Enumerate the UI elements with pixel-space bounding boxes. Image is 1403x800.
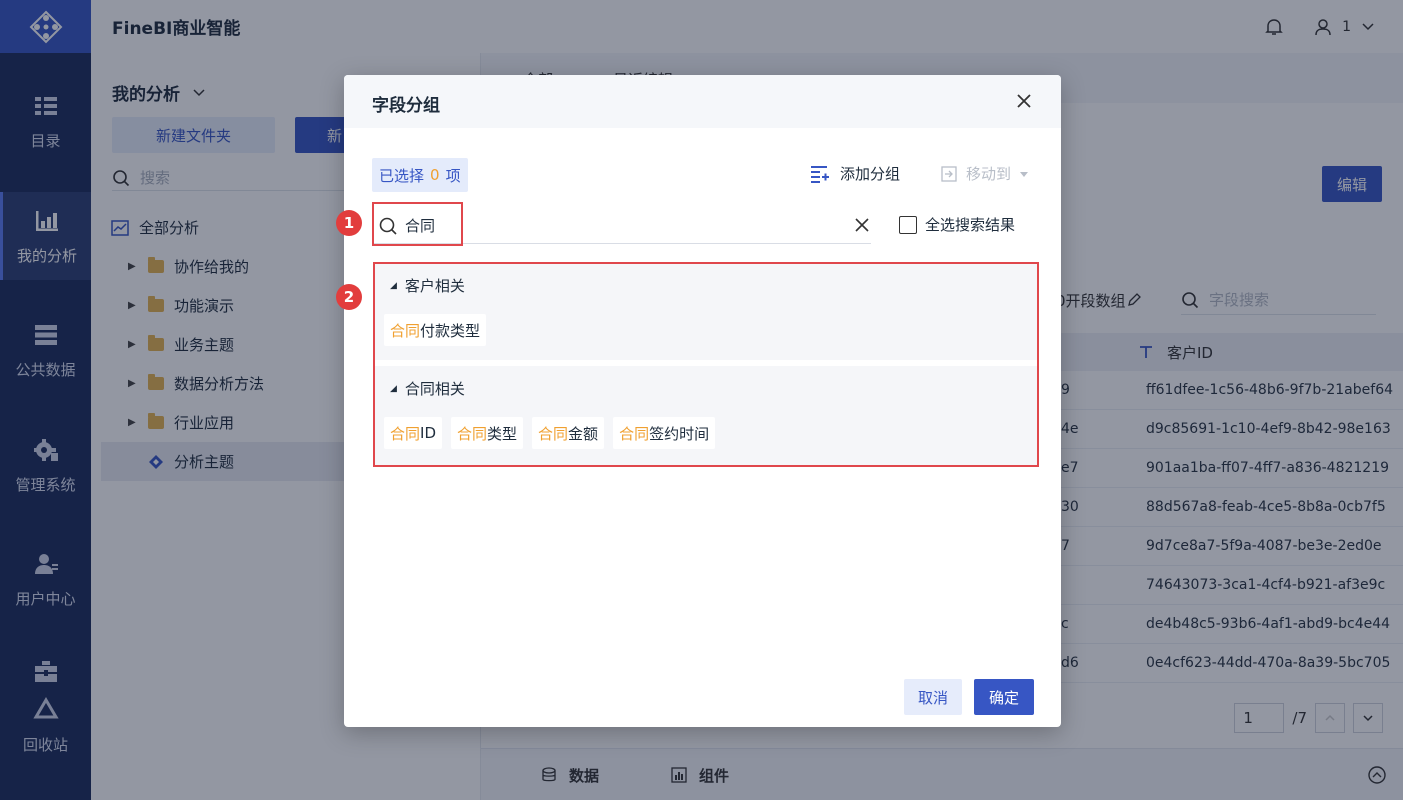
field-search-input[interactable]: 合同 — [372, 202, 871, 246]
field-rest: 类型 — [487, 424, 518, 443]
field-rest: 金额 — [568, 424, 599, 443]
field-rest: 付款类型 — [420, 321, 481, 340]
selected-count: 0 — [430, 166, 440, 184]
search-value: 合同 — [405, 217, 436, 235]
move-icon — [941, 165, 957, 182]
close-icon[interactable] — [1013, 90, 1035, 112]
group-name: 合同相关 — [404, 380, 465, 398]
select-all-checkbox[interactable] — [899, 215, 917, 234]
field-rest: ID — [420, 424, 436, 442]
field-match: 合同 — [619, 424, 650, 443]
select-all-label: 全选搜索结果 — [925, 216, 1016, 234]
group-name: 客户相关 — [404, 277, 465, 295]
field-match: 合同 — [390, 321, 421, 340]
dialog-title: 字段分组 — [372, 96, 440, 116]
field-match: 合同 — [538, 424, 569, 443]
field-rest: 签约时间 — [649, 424, 710, 443]
confirm-button[interactable]: 确定 — [974, 679, 1034, 715]
field-chip[interactable]: 合同 ID — [384, 417, 442, 449]
field-chip[interactable]: 合同 付款类型 — [384, 314, 487, 346]
cancel-button[interactable]: 取消 — [904, 679, 962, 715]
caret-down-icon: ◢ — [390, 383, 397, 394]
add-group-icon — [811, 165, 829, 183]
clear-icon[interactable] — [853, 216, 871, 234]
field-chip[interactable]: 合同 签约时间 — [613, 417, 716, 449]
search-results: ◢ 客户相关 合同 付款类型 ◢ 合同相关 合同 ID 合同 类型 合同 金额 … — [373, 262, 1039, 467]
move-to-button[interactable]: 移动到 — [940, 163, 1029, 184]
group-header[interactable]: ◢ 合同相关 — [390, 378, 465, 399]
dialog-header: 字段分组 — [344, 75, 1061, 128]
annotation-badge-1: 1 — [336, 210, 362, 236]
move-to-label: 移动到 — [966, 165, 1012, 183]
caret-down-icon: ◢ — [390, 280, 397, 291]
annotation-badge-2: 2 — [336, 284, 362, 310]
field-group-dialog: 字段分组 已选择 0 项 添加分组 移动到 1 合同 全选搜索结果 2 ◢ 客户… — [336, 75, 1061, 727]
field-chip[interactable]: 合同 类型 — [451, 417, 524, 449]
selected-prefix: 已选择 — [379, 166, 425, 185]
add-group-button[interactable]: 添加分组 — [810, 163, 900, 184]
group-fields: 合同 ID 合同 类型 合同 金额 合同 签约时间 — [384, 417, 716, 449]
group-fields: 合同 付款类型 — [384, 314, 487, 346]
selected-suffix: 项 — [445, 166, 461, 185]
field-match: 合同 — [390, 424, 421, 443]
group-header[interactable]: ◢ 客户相关 — [390, 275, 465, 296]
selected-count-badge: 已选择 0 项 — [372, 158, 468, 192]
field-chip[interactable]: 合同 金额 — [532, 417, 605, 449]
caret-down-icon — [1020, 171, 1029, 177]
field-match: 合同 — [457, 424, 488, 443]
search-icon — [379, 217, 397, 235]
field-group: ◢ 合同相关 合同 ID 合同 类型 合同 金额 合同 签约时间 — [380, 366, 1034, 465]
add-group-label: 添加分组 — [840, 165, 901, 183]
select-all-results[interactable]: 全选搜索结果 — [899, 214, 1015, 235]
field-group: ◢ 客户相关 合同 付款类型 — [380, 264, 1034, 360]
